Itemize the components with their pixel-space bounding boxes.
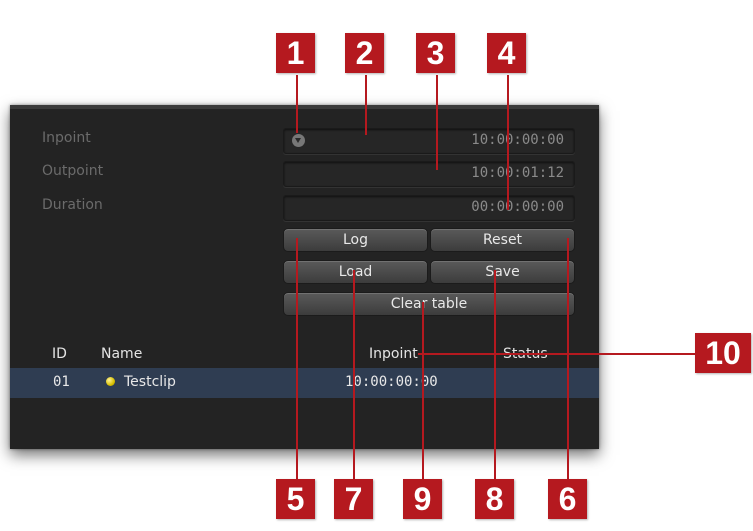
status-dot-icon xyxy=(106,377,115,386)
callout-7: 7 xyxy=(334,479,373,519)
log-button[interactable]: Log xyxy=(283,228,428,252)
clear-table-button[interactable]: Clear table xyxy=(283,292,575,316)
callout-10-line xyxy=(418,353,698,355)
duration-value: 00:00:00:00 xyxy=(471,199,564,215)
callout-9-line xyxy=(422,302,424,482)
inpoint-value: 10:00:00:00 xyxy=(471,132,564,148)
inpoint-field[interactable]: 10:00:00:00 xyxy=(283,128,575,154)
dropdown-arrow-icon[interactable] xyxy=(292,134,305,147)
callout-1-line xyxy=(296,75,298,133)
callout-1: 1 xyxy=(276,33,315,73)
duration-field[interactable]: 00:00:00:00 xyxy=(283,195,575,221)
outpoint-label: Outpoint xyxy=(42,163,104,179)
callout-5: 5 xyxy=(276,479,315,519)
reset-button[interactable]: Reset xyxy=(430,228,575,252)
callout-8: 8 xyxy=(475,479,514,519)
table-row[interactable]: 01 Testclip 10:00:00:00 xyxy=(10,368,599,398)
callout-2: 2 xyxy=(345,33,384,73)
outpoint-value: 10:00:01:12 xyxy=(471,165,564,181)
callout-9: 9 xyxy=(403,479,442,519)
row-name: Testclip xyxy=(124,374,176,390)
callout-4-line xyxy=(507,75,509,210)
callout-7-line xyxy=(353,270,355,482)
load-button[interactable]: Load xyxy=(283,260,428,284)
column-header-name[interactable]: Name xyxy=(101,346,142,362)
callout-5-line xyxy=(296,238,298,482)
outpoint-field[interactable]: 10:00:01:12 xyxy=(283,161,575,187)
row-id: 01 xyxy=(53,374,70,390)
inpoint-label: Inpoint xyxy=(42,130,91,146)
callout-8-line xyxy=(494,270,496,482)
callout-2-line xyxy=(365,75,367,135)
column-header-inpoint[interactable]: Inpoint xyxy=(369,346,418,362)
callout-3-line xyxy=(436,75,438,170)
log-panel: Inpoint Outpoint Duration 10:00:00:00 10… xyxy=(10,105,599,449)
callout-6: 6 xyxy=(548,479,587,519)
callout-3: 3 xyxy=(416,33,455,73)
callout-4: 4 xyxy=(487,33,526,73)
callout-10: 10 xyxy=(695,333,751,373)
duration-label: Duration xyxy=(42,197,103,213)
callout-6-line xyxy=(567,238,569,482)
column-header-id[interactable]: ID xyxy=(52,346,67,362)
panel-top-border xyxy=(10,105,599,109)
save-button[interactable]: Save xyxy=(430,260,575,284)
